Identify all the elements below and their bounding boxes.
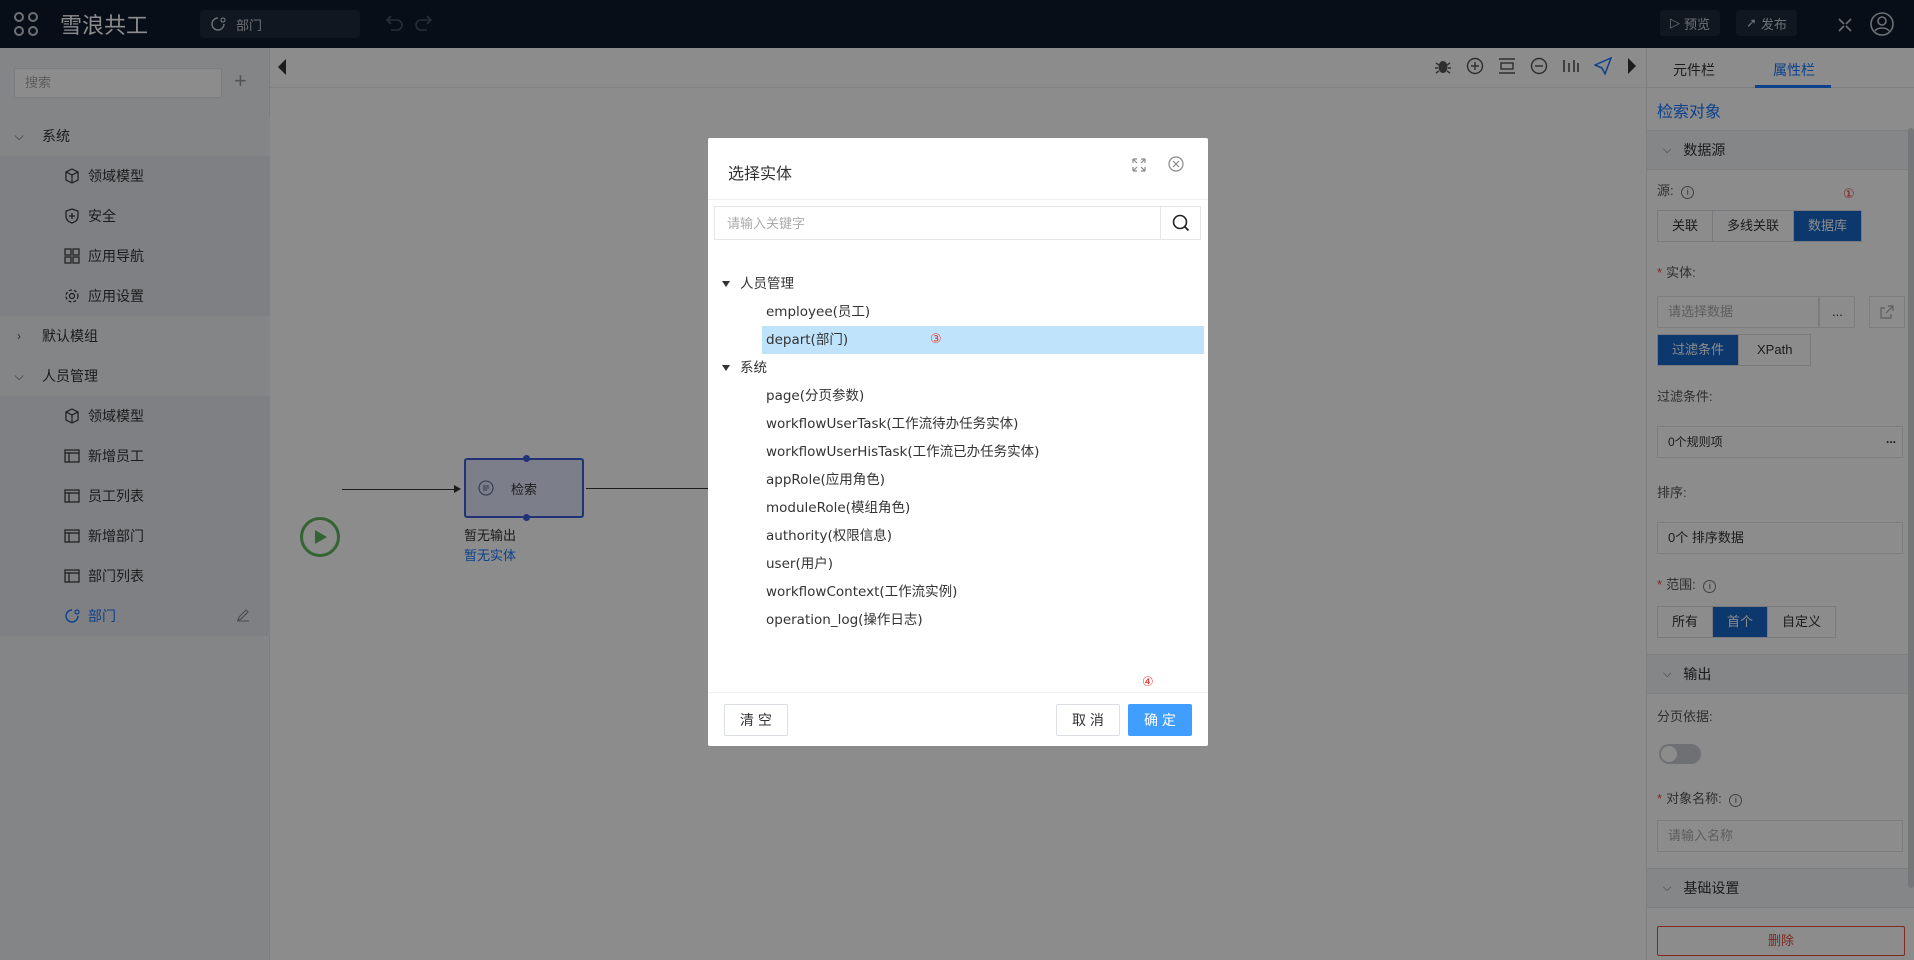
tree-item[interactable]: employee(员工)	[708, 298, 1208, 326]
search-button[interactable]	[1160, 207, 1200, 239]
tree-item[interactable]: workflowUserTask(工作流待办任务实体)	[708, 410, 1208, 438]
tree-item-label: depart(部门)	[766, 332, 849, 348]
caret-down-icon	[722, 281, 730, 287]
tree-group-label: 人员管理	[740, 276, 794, 292]
tree-item[interactable]: authority(权限信息)	[708, 522, 1208, 550]
tree-item[interactable]: operation_log(操作日志)	[708, 606, 1208, 634]
clear-button[interactable]: 清 空	[724, 704, 788, 736]
tree-item[interactable]: moduleRole(模组角色)	[708, 494, 1208, 522]
tree-group-system[interactable]: 系统	[708, 354, 1208, 382]
tree-item[interactable]: page(分页参数)	[708, 382, 1208, 410]
caret-down-icon	[722, 365, 730, 371]
ok-button[interactable]: 确 定	[1128, 704, 1192, 736]
select-entity-dialog: 选择实体 人员管理 employee(员工) depart(部门) ③ 系统 p…	[708, 138, 1208, 746]
tree-item-selected[interactable]: depart(部门) ③	[762, 326, 1204, 354]
tree-item[interactable]: user(用户)	[708, 550, 1208, 578]
tree-item[interactable]: workflowContext(工作流实例)	[708, 578, 1208, 606]
tree-item[interactable]: appRole(应用角色)	[708, 466, 1208, 494]
maximize-icon[interactable]	[1132, 158, 1146, 172]
search-icon	[1172, 214, 1189, 232]
close-icon[interactable]	[1168, 156, 1184, 172]
entity-search-box	[714, 206, 1201, 240]
dialog-title: 选择实体	[728, 166, 793, 183]
cancel-button[interactable]: 取 消	[1056, 704, 1120, 736]
tree-item[interactable]: workflowUserHisTask(工作流已办任务实体)	[708, 438, 1208, 466]
entity-search-input[interactable]	[715, 207, 1161, 239]
annotation-marker: ④	[1142, 674, 1154, 689]
annotation-marker: ③	[930, 332, 942, 347]
tree-group-label: 系统	[740, 360, 767, 376]
tree-group-personnel[interactable]: 人员管理	[708, 270, 1208, 298]
